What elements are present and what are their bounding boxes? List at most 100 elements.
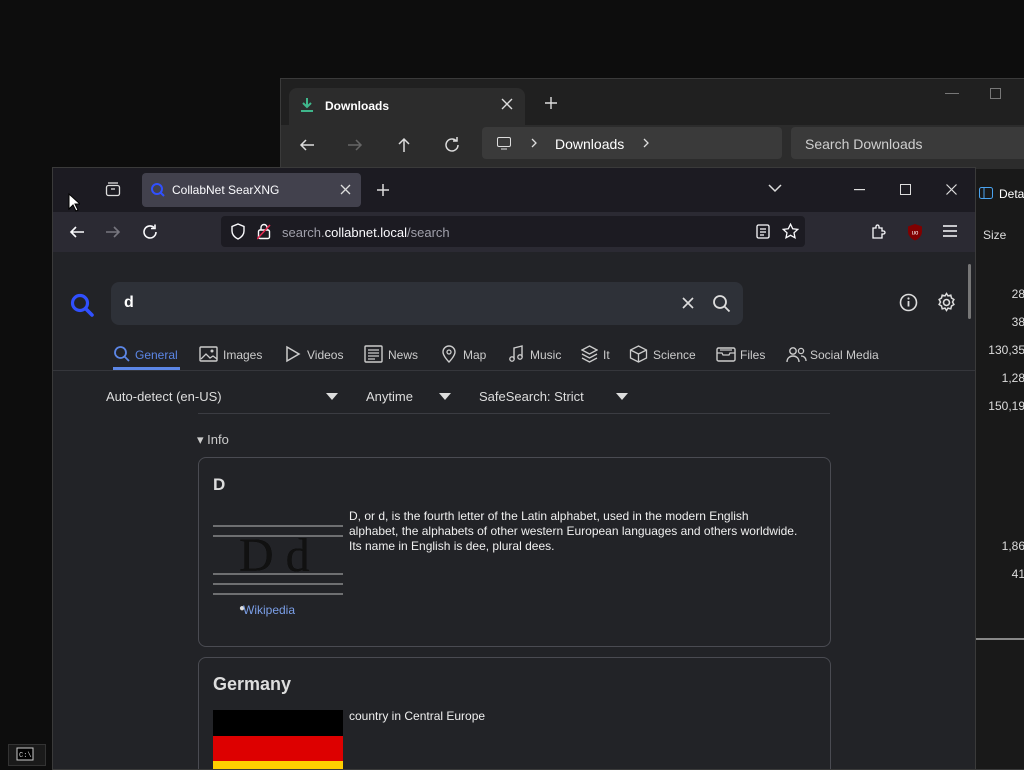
infobox-description: D, or d, is the fourth letter of the Lat…: [349, 509, 798, 553]
map-pin-icon: [442, 345, 456, 363]
details-pane-icon[interactable]: [979, 187, 993, 199]
reload-icon[interactable]: [141, 223, 159, 241]
bookmark-star-icon[interactable]: [782, 223, 799, 240]
file-size: 1,28: [1001, 371, 1024, 385]
search-submit-icon[interactable]: [712, 294, 731, 313]
wikipedia-link[interactable]: Wikipedia: [243, 603, 295, 617]
insecure-lock-icon[interactable]: [257, 223, 271, 240]
chevron-right-icon: [530, 138, 538, 148]
browser-tab-bar: CollabNet SearXNG: [53, 168, 975, 212]
list-all-tabs-chevron-down-icon[interactable]: [768, 184, 782, 193]
file-size: 130,35: [988, 343, 1024, 357]
browser-nav-bar: search.collabnet.local/search uo: [53, 212, 975, 252]
back-arrow-icon[interactable]: [68, 223, 86, 241]
letter-d-image: D d: [213, 524, 343, 596]
safesearch-select[interactable]: SafeSearch: Strict: [479, 389, 584, 404]
explorer-search-box[interactable]: Search Downloads: [791, 127, 1024, 159]
time-dropdown-caret-icon[interactable]: [439, 393, 451, 400]
explorer-tab-downloads[interactable]: Downloads: [289, 88, 525, 125]
minimize-icon[interactable]: [945, 93, 959, 95]
active-tab-indicator: [113, 367, 180, 370]
close-tab-icon[interactable]: [501, 98, 513, 110]
url-text: search.collabnet.local/search: [282, 225, 450, 240]
explorer-tab-label: Downloads: [325, 99, 390, 113]
explorer-address-bar[interactable]: Downloads: [482, 127, 782, 159]
tab-social-media-label: Social Media: [810, 348, 879, 362]
ublock-origin-icon[interactable]: uo: [906, 223, 924, 241]
forward-arrow-icon[interactable]: [104, 223, 122, 241]
safesearch-dropdown-caret-icon[interactable]: [616, 393, 628, 400]
people-icon: [786, 347, 807, 363]
back-arrow-icon[interactable]: [297, 135, 321, 159]
up-arrow-icon[interactable]: [394, 135, 418, 159]
tab-social-media[interactable]: Social Media: [786, 345, 879, 363]
close-window-icon[interactable]: [946, 184, 957, 195]
shield-icon[interactable]: [230, 223, 246, 240]
browser-tab-searxng[interactable]: CollabNet SearXNG: [142, 173, 361, 207]
search-query: d: [124, 294, 134, 311]
tab-videos[interactable]: Videos: [285, 345, 343, 363]
play-icon: [286, 345, 301, 363]
file-size: 38: [1011, 315, 1024, 329]
close-tab-icon[interactable]: [340, 184, 351, 195]
new-tab-icon[interactable]: [376, 183, 390, 197]
maximize-icon[interactable]: [990, 88, 1002, 100]
size-column-header[interactable]: Size: [983, 228, 1006, 242]
tab-groups-icon[interactable]: [105, 181, 121, 197]
tab-images[interactable]: Images: [199, 345, 262, 363]
breadcrumb-downloads[interactable]: Downloads: [555, 136, 624, 152]
filter-divider: [198, 413, 830, 414]
tab-music-label: Music: [530, 348, 562, 362]
tab-files[interactable]: Files: [716, 345, 765, 363]
explorer-tab-bar: Downloads: [281, 79, 1024, 125]
letter-d-glyphs: D d: [239, 529, 310, 582]
tab-music[interactable]: Music: [508, 345, 561, 363]
page-scrollbar[interactable]: [968, 264, 971, 319]
clear-search-icon[interactable]: [682, 297, 694, 309]
file-size: 28: [1011, 287, 1024, 301]
tab-news[interactable]: News: [364, 345, 418, 363]
file-size: 41: [1011, 567, 1024, 581]
explorer-file-list: Deta Size 28 38 130,35 1,28 150,19 1,86 …: [975, 169, 1024, 769]
mouse-cursor-icon: [68, 193, 80, 212]
infobox-title: Germany: [213, 674, 292, 694]
url-domain: collabnet.local: [324, 225, 408, 240]
language-select[interactable]: Auto-detect (en-US): [106, 389, 222, 404]
tab-general-label: General: [135, 348, 178, 362]
tab-news-label: News: [388, 348, 419, 362]
tab-images-label: Images: [223, 348, 263, 362]
reader-view-icon[interactable]: [756, 224, 770, 239]
download-icon: [299, 97, 315, 113]
cube-icon: [629, 345, 648, 363]
tab-files-label: Files: [740, 348, 766, 362]
terminal-taskbar-icon[interactable]: C:\: [8, 744, 46, 766]
refresh-icon[interactable]: [442, 135, 466, 159]
settings-gear-icon[interactable]: [936, 292, 957, 313]
tab-science-label: Science: [653, 348, 696, 362]
tab-map[interactable]: Map: [441, 345, 486, 363]
time-range-select[interactable]: Anytime: [366, 389, 413, 404]
new-tab-icon[interactable]: [544, 96, 558, 110]
search-input[interactable]: d: [111, 282, 743, 325]
horizontal-scrollbar[interactable]: [975, 638, 1024, 640]
minimize-icon[interactable]: [854, 189, 865, 191]
tab-it[interactable]: It: [581, 345, 610, 363]
language-dropdown-caret-icon[interactable]: [326, 393, 338, 400]
infobox-card: Germany country in Central Europe: [198, 657, 831, 769]
extensions-puzzle-icon[interactable]: [870, 223, 887, 240]
maximize-icon[interactable]: [900, 184, 911, 195]
forward-arrow-icon[interactable]: [345, 135, 369, 159]
info-circle-icon[interactable]: [899, 293, 918, 312]
url-bar[interactable]: search.collabnet.local/search: [221, 216, 805, 247]
details-label[interactable]: Deta: [999, 187, 1024, 201]
tab-general[interactable]: General: [113, 345, 178, 363]
searxng-logo-icon[interactable]: [69, 292, 95, 318]
browser-window: CollabNet SearXNG search.collabnet.local…: [52, 167, 976, 770]
search-icon: [114, 346, 130, 362]
explorer-toolbar: Downloads Search Downloads: [281, 125, 1024, 169]
tab-science[interactable]: Science: [629, 345, 696, 363]
hamburger-menu-icon[interactable]: [943, 225, 957, 237]
explorer-search-placeholder: Search Downloads: [805, 136, 923, 152]
monitor-icon: [496, 135, 512, 151]
info-toggle[interactable]: ▾ Info: [197, 432, 229, 448]
